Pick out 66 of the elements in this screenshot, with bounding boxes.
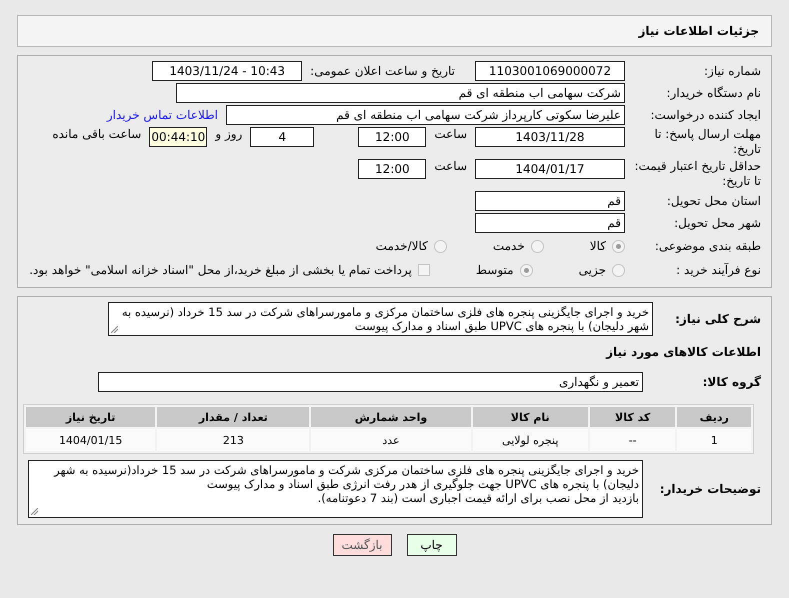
field-label: ساعت [434, 127, 467, 141]
resize-grip-icon[interactable] [31, 508, 38, 515]
buyer-notes-field[interactable] [28, 460, 643, 518]
field-label: استان محل تحویل: [666, 194, 761, 208]
back-button[interactable]: بازگشت [332, 534, 392, 556]
field-label: شهر محل تحویل: [673, 216, 761, 230]
radio-button[interactable] [434, 240, 447, 252]
field-label: کالا [590, 239, 606, 253]
notes-text: بازدید از محل نصب برای ارائه قیمت اجباری است (بند 7 دعوتنامه). [316, 491, 639, 505]
field-label: توضیحات خریدار: [658, 482, 761, 496]
column-header: تعداد / مقدار [157, 407, 310, 427]
page-title: جزئیات اطلاعات نیاز [638, 24, 759, 38]
field-label: مهلت ارسال پاسخ: تا تاریخ: [653, 127, 761, 157]
field-label: شرح کلی نیاز: [674, 312, 761, 326]
field-label: متوسط [476, 263, 514, 277]
column-header: کد کالا [590, 407, 676, 427]
table-cell: پنجره لولایی [472, 429, 588, 451]
text-field[interactable]: 4 [250, 127, 314, 147]
buyer-contact-link[interactable]: اطلاعات تماس خریدار [106, 108, 218, 122]
text-field[interactable]: قم [475, 191, 625, 211]
column-header: تاریخ نیاز [26, 407, 156, 427]
column-header: نام کالا [472, 407, 588, 427]
table-cell: -- [590, 429, 676, 451]
field-label: روز و [215, 127, 242, 141]
resize-grip-icon[interactable] [111, 326, 118, 333]
field-label: پرداخت تمام یا بخشی از مبلغ خرید،از محل "اسناد خزانه اسلامی" خواهد بود. [29, 263, 412, 277]
field-label: نام دستگاه خریدار: [666, 86, 761, 100]
checkbox[interactable] [418, 264, 430, 276]
table-cell: 213 [157, 429, 310, 451]
field-label: گروه کالا: [702, 374, 761, 390]
text-field[interactable]: قم [475, 213, 625, 233]
radio-button[interactable] [612, 240, 625, 252]
field-label: ایجاد کننده درخواست: [649, 108, 761, 122]
field-label: خدمت [492, 239, 525, 253]
table-cell: 1404/01/15 [26, 429, 156, 451]
field-label: ساعت [434, 159, 467, 173]
text-field[interactable]: 1403/11/28 [475, 127, 625, 147]
description-field[interactable]: خرید و اجرای جایگزینی پنجره های فلزی ساختمان مرکزی و مامورسراهای شرکت در سد 15 خرداد (نرسیده به شهر دلیجان) با پنجره های UPVC طبق اسناد و مدارک پیوست [108, 302, 653, 336]
table-cell: 1 [677, 429, 751, 451]
field-label: شماره نیاز: [703, 64, 761, 78]
text-field[interactable]: 00:44:10 [149, 127, 208, 147]
radio-button[interactable] [530, 240, 544, 252]
text-field[interactable]: 12:00 [358, 127, 426, 147]
table-cell: عدد [311, 429, 471, 451]
text-field[interactable]: 1103001069000072 [475, 61, 625, 81]
field-label: ساعت باقی مانده [52, 127, 142, 141]
column-header: واحد شمارش [311, 407, 471, 427]
notes-text: خرید و اجرای جایگزینی پنجره های فلزی ساختمان مرکزی شرکت و مامورسراهای شرکت در سد 15 خرداد(نرسیده به شهر دلیجان) با پنجره های UPVC جهت جلوگیری از هدر رفت انرژی طبق اسناد و مدارک پیوست [52, 463, 639, 491]
text-field[interactable]: تعمیر و نگهداری [98, 372, 643, 392]
column-header: ردیف [677, 407, 751, 427]
description-text: خرید و اجرای جایگزینی پنجره های فلزی ساختمان مرکزی و مامورسراهای شرکت در سد 15 خرداد (نرسیده به شهر دلیجان) با پنجره های UPVC طبق اسناد و مدارک پیوست [121, 305, 649, 333]
field-label: طبقه بندی موضوعی: [654, 238, 761, 254]
field-label: تاریخ و ساعت اعلان عمومی: [310, 64, 455, 78]
field-label: اطلاعات کالاهای مورد نیاز [604, 344, 761, 360]
field-label: نوع فرآیند خرید : [675, 262, 761, 278]
print-button[interactable]: چاپ [406, 534, 456, 556]
text-field[interactable]: 1404/01/17 [475, 159, 625, 179]
text-field[interactable]: علیرضا سکوتی کارپرداز شرکت سهامی اب منطقه ای قم [226, 105, 625, 125]
radio-button[interactable] [612, 264, 625, 276]
text-field[interactable]: 1403/11/24 - 10:43 [152, 61, 302, 81]
radio-button[interactable] [520, 264, 533, 276]
text-field[interactable]: شرکت سهامی اب منطقه ای قم [176, 83, 625, 103]
field-label: جزیی [578, 263, 606, 277]
field-label: کالا/خدمت [376, 239, 428, 253]
field-label: حداقل تاریخ اعتبار قیمت: تا تاریخ: [633, 159, 761, 189]
text-field[interactable]: 12:00 [358, 159, 426, 179]
